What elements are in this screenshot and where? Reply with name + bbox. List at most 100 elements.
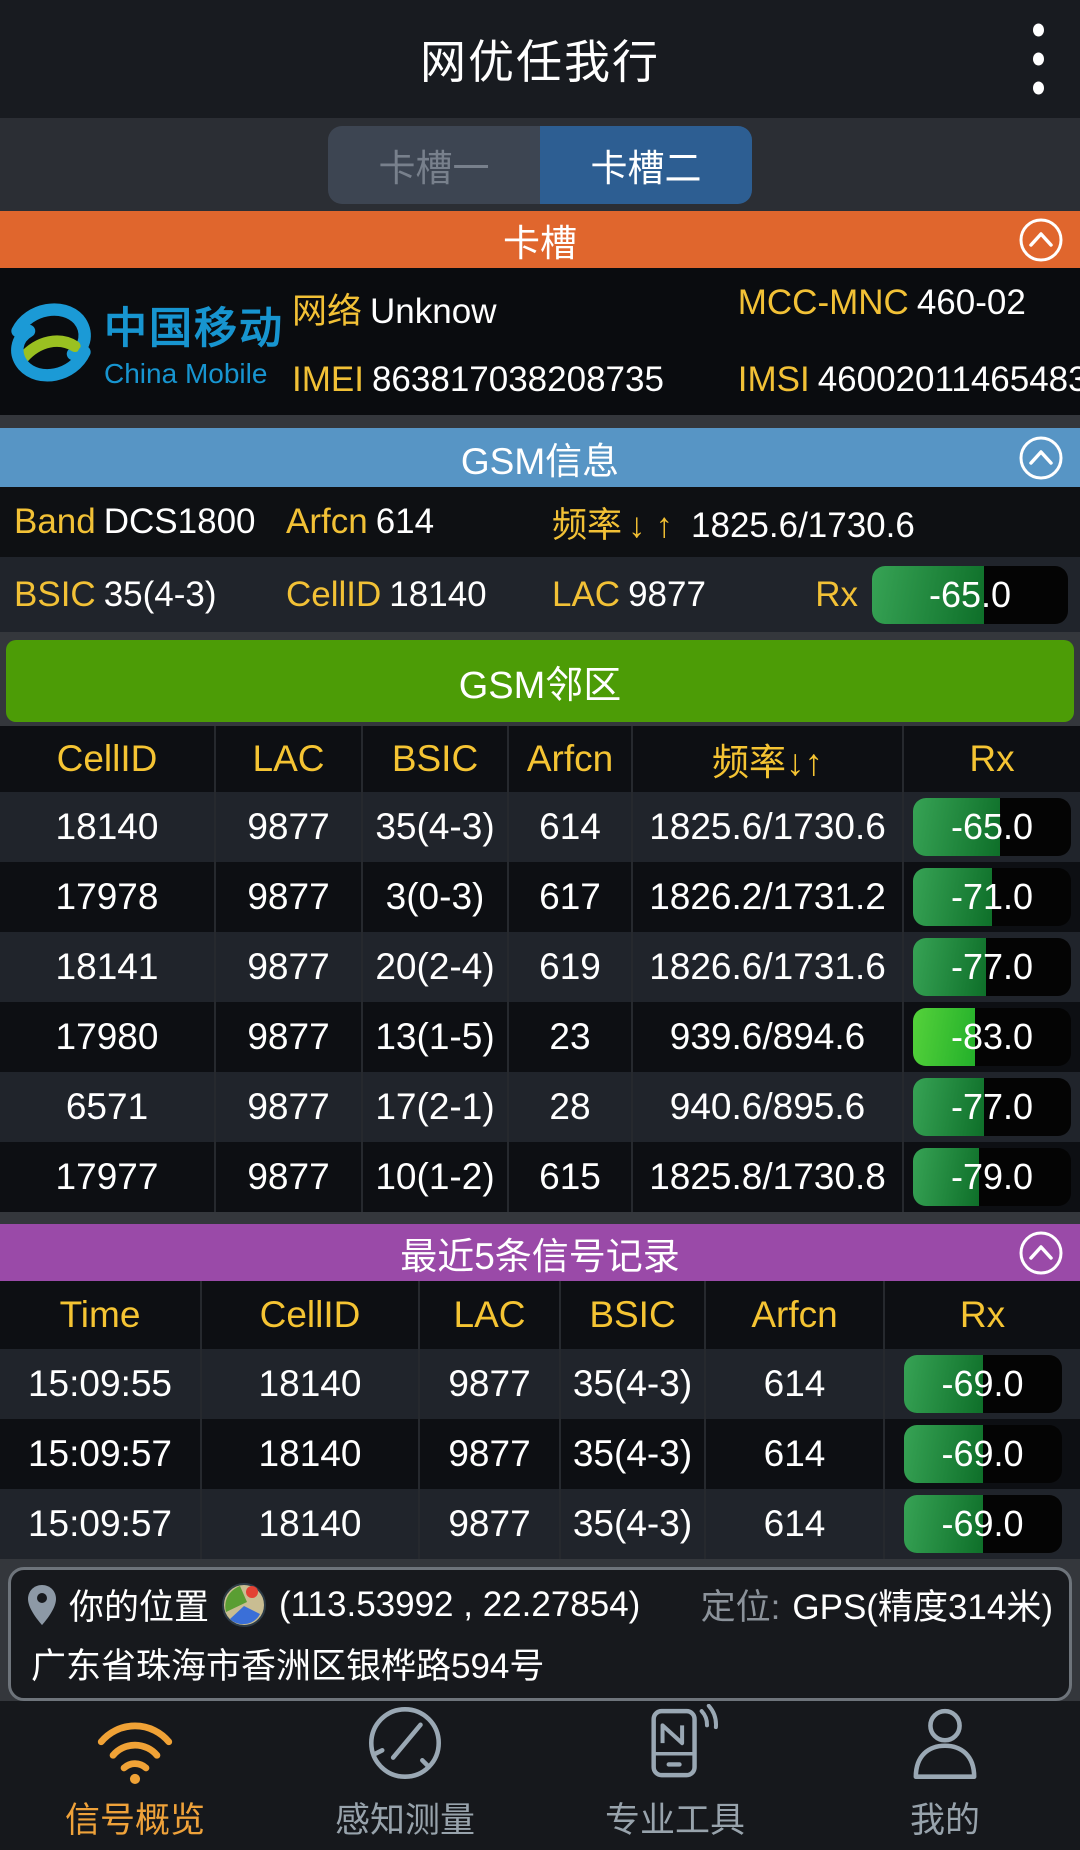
rx-signal-badge: -71.0 [913, 868, 1071, 926]
rx-signal-badge: -69.0 [904, 1425, 1062, 1483]
rx-value: -79.0 [913, 1148, 1071, 1206]
band-value: DCS1800 [104, 502, 256, 542]
bsic-value: 35(4-3) [104, 575, 217, 615]
network-value: Unknow [370, 292, 496, 332]
arfcn-cell: 615 [507, 1142, 631, 1212]
field-imsi: IMSI 460020114654836 [738, 360, 1074, 400]
collapse-up-icon[interactable] [1018, 1230, 1064, 1276]
frequency-cell: 1825.6/1730.6 [631, 792, 902, 862]
col-arfcn: Arfcn [507, 726, 631, 792]
field-imei: IMEI 863817038208735 [292, 360, 738, 400]
fix-type-value: GPS(精度314米) [792, 1579, 1053, 1630]
band-label: Band [14, 502, 96, 542]
rx-signal-badge: -77.0 [913, 938, 1071, 996]
bottom-navigation: 信号概览 感知测量 [0, 1701, 1080, 1850]
rx-signal-badge: -83.0 [913, 1008, 1071, 1066]
time-cell: 15:09:57 [0, 1489, 200, 1559]
rx-value: -77.0 [913, 1078, 1071, 1136]
rx-signal-badge: -77.0 [913, 1078, 1071, 1136]
neighbor-row: 17978 9877 3(0-3) 617 1826.2/1731.2 -71.… [0, 862, 1080, 932]
lac-cell: 9877 [214, 1072, 361, 1142]
lac-cell: 9877 [418, 1419, 559, 1489]
col-rx: Rx [902, 726, 1080, 792]
bsic-cell: 13(1-5) [361, 1002, 507, 1072]
location-panel: 你的位置 (113.53992 , 22.27854) 定位: GPS(精度31… [8, 1567, 1072, 1701]
operator-brand: 中国移动 China Mobile [0, 294, 292, 390]
nav-signal-overview[interactable]: 信号概览 [0, 1708, 270, 1843]
sim-fields: 网络 Unknow MCC-MNC 460-02 IMEI 8638170382… [292, 283, 1080, 400]
cellid-value: 18140 [389, 575, 486, 615]
gsm-info-row-2: BSIC 35(4-3) CellID 18140 LAC 9877 Rx -6… [0, 557, 1080, 632]
mccmnc-value: 460-02 [917, 283, 1026, 323]
lac-label: LAC [552, 575, 620, 615]
rx-value: -65.0 [872, 566, 1068, 624]
rx-value: -69.0 [904, 1495, 1062, 1553]
record-row: 15:09:57 18140 9877 35(4-3) 614 -69.0 [0, 1419, 1080, 1489]
neighbor-row: 17980 9877 13(1-5) 23 939.6/894.6 -83.0 [0, 1002, 1080, 1072]
lac-cell: 9877 [214, 1142, 361, 1212]
sim-tab-strip: 卡槽一 卡槽二 [0, 118, 1080, 211]
collapse-up-icon[interactable] [1018, 435, 1064, 481]
col-bsic: BSIC [559, 1281, 704, 1349]
col-frequency: 频率↓↑ [631, 726, 902, 792]
lac-cell: 9877 [418, 1349, 559, 1419]
sim-info-panel: 中国移动 China Mobile 网络 Unknow MCC-MNC 460-… [0, 268, 1080, 415]
frequency-cell: 939.6/894.6 [631, 1002, 902, 1072]
imei-label: IMEI [292, 360, 364, 400]
tools-icon [629, 1714, 721, 1784]
collapse-up-icon[interactable] [1018, 217, 1064, 263]
nav-mine[interactable]: 我的 [810, 1708, 1080, 1843]
rx-signal-badge: -69.0 [904, 1495, 1062, 1553]
bsic-cell: 20(2-4) [361, 932, 507, 1002]
title-bar: 网优任我行 [0, 0, 1080, 118]
nav-label: 我的 [910, 1792, 980, 1843]
rx-value: -65.0 [913, 798, 1071, 856]
bsic-cell: 17(2-1) [361, 1072, 507, 1142]
frequency-value: 1825.6/1730.6 [691, 506, 915, 546]
records-section-title: 最近5条信号记录 [400, 1226, 680, 1280]
arfcn-cell: 617 [507, 862, 631, 932]
field-band: Band DCS1800 [14, 502, 286, 542]
cellid-cell: 18140 [200, 1349, 418, 1419]
coordinates-value: (113.53992 , 22.27854) [279, 1585, 640, 1625]
overflow-menu-icon[interactable] [1025, 16, 1052, 103]
fix-type-label: 定位: [701, 1579, 781, 1630]
col-lac: LAC [214, 726, 361, 792]
frequency-cell: 1825.8/1730.8 [631, 1142, 902, 1212]
col-time: Time [0, 1281, 200, 1349]
field-rx: Rx -65.0 [815, 566, 1068, 624]
records-section-header: 最近5条信号记录 [0, 1224, 1080, 1281]
imei-value: 863817038208735 [372, 360, 664, 400]
imsi-value: 460020114654836 [818, 360, 1080, 400]
cellid-cell: 17978 [0, 862, 214, 932]
neighbor-row: 18140 9877 35(4-3) 614 1825.6/1730.6 -65… [0, 792, 1080, 862]
field-bsic: BSIC 35(4-3) [14, 575, 286, 615]
bsic-cell: 35(4-3) [559, 1489, 704, 1559]
bsic-cell: 35(4-3) [559, 1419, 704, 1489]
nav-pro-tools[interactable]: 专业工具 [540, 1708, 810, 1843]
operator-name-cn: 中国移动 [104, 294, 284, 356]
cellid-cell: 18141 [0, 932, 214, 1002]
nav-perception-measure[interactable]: 感知测量 [270, 1708, 540, 1843]
lac-cell: 9877 [214, 1002, 361, 1072]
lac-cell: 9877 [214, 932, 361, 1002]
address-text: 广东省珠海市香洲区银桦路594号 [27, 1638, 1053, 1689]
google-maps-icon[interactable] [221, 1582, 267, 1628]
neighbor-row: 17977 9877 10(1-2) 615 1825.8/1730.8 -79… [0, 1142, 1080, 1212]
col-arfcn: Arfcn [704, 1281, 883, 1349]
neighbor-row: 6571 9877 17(2-1) 28 940.6/895.6 -77.0 [0, 1072, 1080, 1142]
lac-cell: 9877 [418, 1489, 559, 1559]
tab-slot-1[interactable]: 卡槽一 [328, 126, 540, 204]
record-row: 15:09:55 18140 9877 35(4-3) 614 -69.0 [0, 1349, 1080, 1419]
sim-section-title: 卡槽 [503, 213, 577, 267]
rx-value: -71.0 [913, 868, 1071, 926]
field-frequency: 频率 ↓↑ 1825.6/1730.6 [552, 497, 1080, 548]
tab-slot-2[interactable]: 卡槽二 [540, 126, 752, 204]
location-pin-icon [27, 1584, 57, 1626]
frequency-cell: 1826.6/1731.6 [631, 932, 902, 1002]
nav-label: 感知测量 [335, 1792, 475, 1843]
field-cellid: CellID 18140 [286, 575, 552, 615]
lac-cell: 9877 [214, 792, 361, 862]
neighbors-table-header: CellID LAC BSIC Arfcn 频率↓↑ Rx [0, 726, 1080, 792]
rx-value: -69.0 [904, 1355, 1062, 1413]
